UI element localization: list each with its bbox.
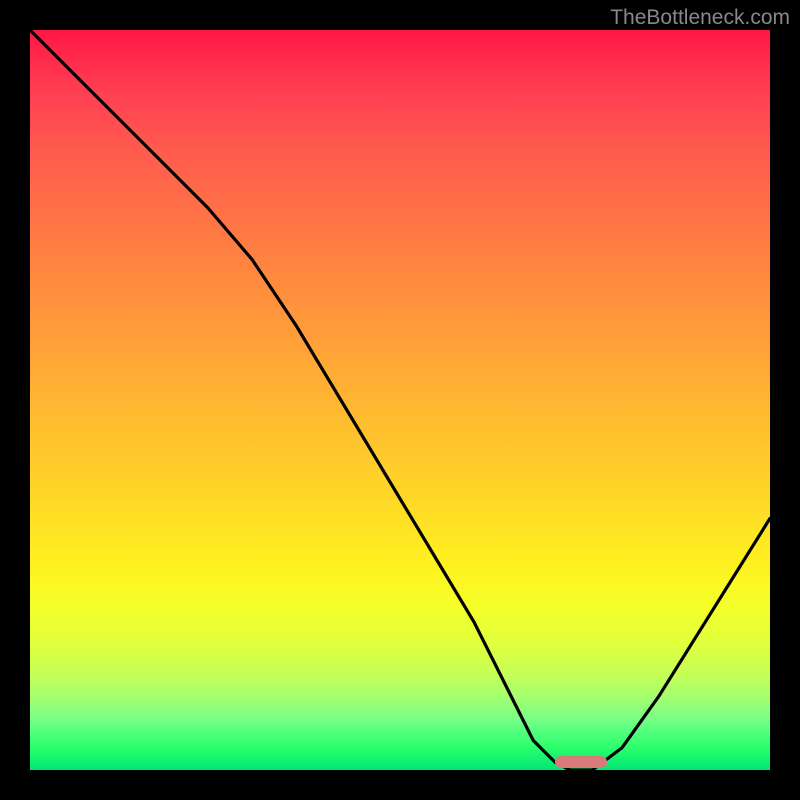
- chart-area: [30, 30, 770, 770]
- bottleneck-curve: [30, 30, 770, 770]
- optimal-marker: [555, 756, 607, 768]
- watermark-text: TheBottleneck.com: [610, 6, 790, 30]
- curve-svg: [30, 30, 770, 770]
